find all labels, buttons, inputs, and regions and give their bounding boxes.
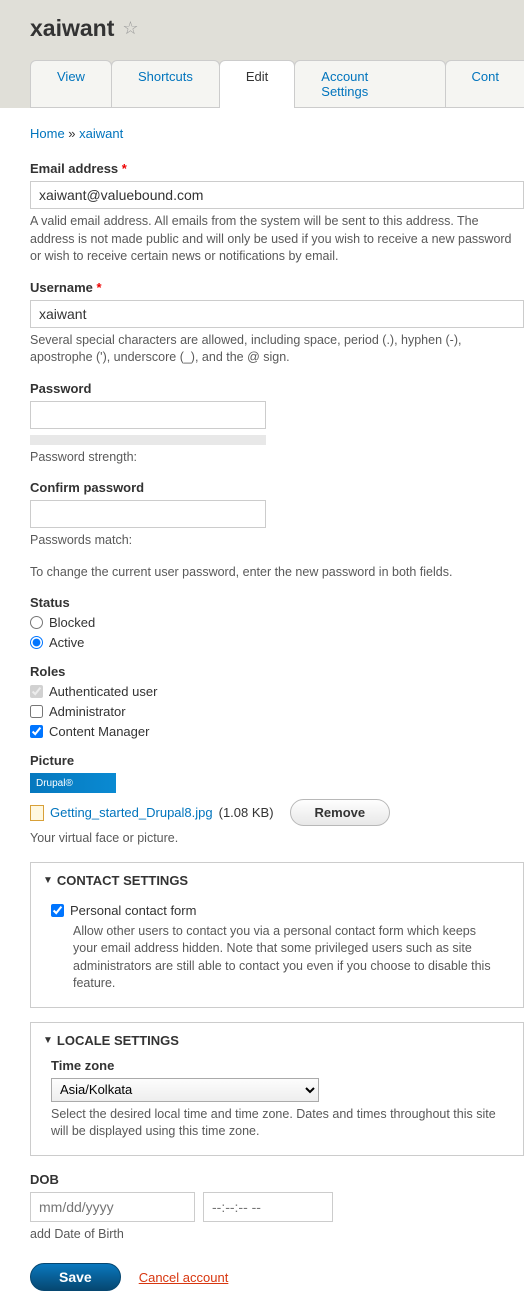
contact-settings-fieldset: ▼ CONTACT SETTINGS Personal contact form… bbox=[30, 862, 524, 1008]
email-label: Email address * bbox=[30, 161, 524, 176]
email-field-wrapper: Email address * A valid email address. A… bbox=[30, 161, 524, 266]
role-admin-row[interactable]: Administrator bbox=[30, 704, 524, 719]
personal-contact-desc: Allow other users to contact you via a p… bbox=[73, 923, 503, 993]
chevron-down-icon: ▼ bbox=[43, 1035, 53, 1046]
username-input[interactable] bbox=[30, 300, 524, 328]
timezone-desc: Select the desired local time and time z… bbox=[51, 1106, 503, 1141]
confirm-password-wrapper: Confirm password Passwords match: bbox=[30, 480, 524, 550]
dob-date-input[interactable] bbox=[30, 1192, 195, 1222]
status-blocked-row[interactable]: Blocked bbox=[30, 615, 524, 630]
tab-shortcuts[interactable]: Shortcuts bbox=[111, 60, 220, 107]
roles-label: Roles bbox=[30, 664, 524, 679]
tab-view[interactable]: View bbox=[30, 60, 112, 107]
roles-wrapper: Roles Authenticated user Administrator C… bbox=[30, 664, 524, 739]
username-description: Several special characters are allowed, … bbox=[30, 332, 524, 367]
username-label: Username * bbox=[30, 280, 524, 295]
picture-file-link[interactable]: Getting_started_Drupal8.jpg bbox=[50, 805, 213, 820]
star-icon[interactable]: ☆ bbox=[122, 18, 138, 39]
password-field-wrapper: Password Password strength: bbox=[30, 381, 524, 467]
personal-contact-checkbox[interactable] bbox=[51, 904, 64, 917]
status-label: Status bbox=[30, 595, 524, 610]
breadcrumb-current[interactable]: xaiwant bbox=[79, 126, 123, 141]
passwords-match-label: Passwords match: bbox=[30, 532, 524, 550]
password-strength-label: Password strength: bbox=[30, 449, 524, 467]
save-button[interactable]: Save bbox=[30, 1263, 121, 1291]
personal-contact-row[interactable]: Personal contact form bbox=[51, 903, 503, 918]
form-actions: Save Cancel account bbox=[30, 1263, 524, 1291]
password-input[interactable] bbox=[30, 401, 266, 429]
content: Home » xaiwant Email address * A valid e… bbox=[0, 108, 524, 1311]
tab-edit[interactable]: Edit bbox=[219, 60, 295, 107]
tab-cont[interactable]: Cont bbox=[445, 60, 524, 107]
tab-account-settings[interactable]: Account Settings bbox=[294, 60, 445, 107]
email-description: A valid email address. All emails from t… bbox=[30, 213, 524, 266]
password-strength-bar bbox=[30, 435, 266, 445]
breadcrumb-home[interactable]: Home bbox=[30, 126, 65, 141]
picture-description: Your virtual face or picture. bbox=[30, 830, 524, 848]
breadcrumb: Home » xaiwant bbox=[30, 126, 524, 141]
status-blocked-radio[interactable] bbox=[30, 616, 43, 629]
status-wrapper: Status Blocked Active bbox=[30, 595, 524, 650]
password-change-note: To change the current user password, ent… bbox=[30, 564, 524, 582]
role-admin-checkbox[interactable] bbox=[30, 705, 43, 718]
status-active-radio[interactable] bbox=[30, 636, 43, 649]
dob-desc: add Date of Birth bbox=[30, 1226, 524, 1244]
file-icon bbox=[30, 805, 44, 821]
cancel-account-link[interactable]: Cancel account bbox=[139, 1270, 229, 1285]
role-cm-checkbox[interactable] bbox=[30, 725, 43, 738]
picture-thumbnail: Drupal® bbox=[30, 773, 116, 793]
confirm-password-input[interactable] bbox=[30, 500, 266, 528]
role-cm-row[interactable]: Content Manager bbox=[30, 724, 524, 739]
email-input[interactable] bbox=[30, 181, 524, 209]
confirm-label: Confirm password bbox=[30, 480, 524, 495]
status-active-row[interactable]: Active bbox=[30, 635, 524, 650]
page-title: xaiwant bbox=[30, 15, 114, 42]
chevron-down-icon: ▼ bbox=[43, 875, 53, 886]
page-header: xaiwant ☆ View Shortcuts Edit Account Se… bbox=[0, 0, 524, 108]
locale-settings-fieldset: ▼ LOCALE SETTINGS Time zone Asia/Kolkata… bbox=[30, 1022, 524, 1156]
timezone-select[interactable]: Asia/Kolkata bbox=[51, 1078, 319, 1102]
dob-time-input[interactable] bbox=[203, 1192, 333, 1222]
role-auth-row: Authenticated user bbox=[30, 684, 524, 699]
dob-label: DOB bbox=[30, 1172, 524, 1187]
tabs: View Shortcuts Edit Account Settings Con… bbox=[30, 60, 524, 108]
dob-wrapper: DOB add Date of Birth bbox=[30, 1172, 524, 1244]
picture-wrapper: Picture Drupal® Getting_started_Drupal8.… bbox=[30, 753, 524, 848]
picture-file-size: (1.08 KB) bbox=[219, 805, 274, 820]
locale-settings-legend[interactable]: ▼ LOCALE SETTINGS bbox=[31, 1023, 523, 1058]
username-field-wrapper: Username * Several special characters ar… bbox=[30, 280, 524, 367]
role-auth-checkbox bbox=[30, 685, 43, 698]
contact-settings-legend[interactable]: ▼ CONTACT SETTINGS bbox=[31, 863, 523, 898]
picture-label: Picture bbox=[30, 753, 524, 768]
remove-picture-button[interactable]: Remove bbox=[290, 799, 391, 826]
timezone-label: Time zone bbox=[51, 1058, 503, 1073]
password-label: Password bbox=[30, 381, 524, 396]
